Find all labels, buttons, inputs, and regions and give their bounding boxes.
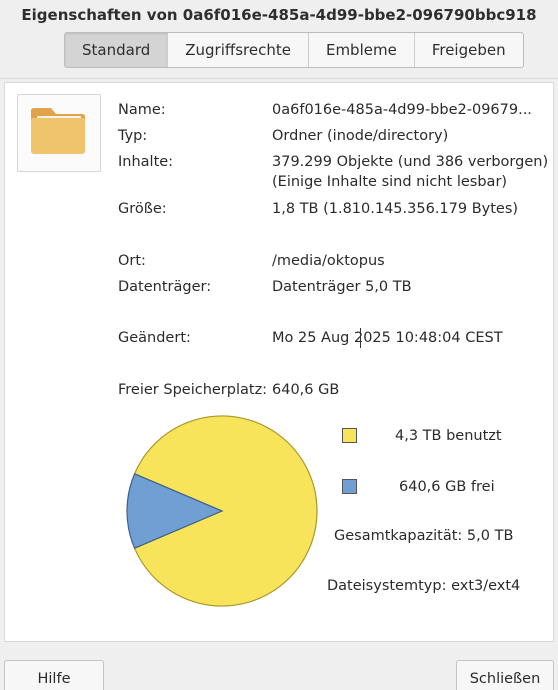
contents-count: 379.299 Objekte (und 386 verborgen) <box>272 154 549 170</box>
used-legend-label: 4,3 TB benutzt <box>395 428 502 444</box>
free-space-value: 640,6 GB <box>272 382 340 398</box>
used-swatch <box>342 428 357 443</box>
name-value: 0a6f016e-485a-4d99-bbe2-09679... <box>272 102 532 118</box>
contents-value: 379.299 Objekte (und 386 verborgen) (Ein… <box>272 152 548 192</box>
usage-pie-chart <box>126 415 318 607</box>
help-button[interactable]: Hilfe <box>4 660 104 690</box>
tab-share[interactable]: Freigeben <box>413 33 523 67</box>
contents-label: Inhalte: <box>118 154 174 170</box>
volume-value: Datenträger 5,0 TB <box>272 279 412 295</box>
free-swatch <box>342 479 357 494</box>
modified-value[interactable]: Mo 25 Aug 2025 10:48:04 CEST <box>272 328 503 348</box>
tab-bar: Standard Zugriffsrechte Embleme Freigebe… <box>64 32 524 68</box>
window-title: Eigenschaften von 0a6f016e-485a-4d99-bbe… <box>21 6 537 24</box>
tab-emblems[interactable]: Embleme <box>307 33 414 67</box>
size-value: 1,8 TB (1.810.145.356.179 Bytes) <box>272 201 519 217</box>
close-button[interactable]: Schließen <box>456 660 554 690</box>
free-space-label: Freier Speicherplatz: <box>118 382 268 398</box>
tab-permissions[interactable]: Zugriffsrechte <box>167 33 308 67</box>
modified-label: Geändert: <box>118 330 191 346</box>
type-value: Ordner (inode/directory) <box>272 128 449 144</box>
type-label: Typ: <box>118 128 148 144</box>
folder-icon-button[interactable] <box>17 94 101 172</box>
location-value: /media/oktopus <box>272 253 385 269</box>
free-legend-label: 640,6 GB frei <box>399 479 495 495</box>
tab-standard[interactable]: Standard <box>65 33 168 67</box>
capacity-text: Gesamtkapazität: 5,0 TB <box>334 528 514 544</box>
volume-label: Datenträger: <box>118 279 212 295</box>
name-label: Name: <box>118 102 166 118</box>
filesystem-text: Dateisystemtyp: ext3/ext4 <box>327 578 521 594</box>
size-label: Größe: <box>118 201 167 217</box>
properties-dialog: Eigenschaften von 0a6f016e-485a-4d99-bbe… <box>0 0 558 690</box>
folder-icon <box>31 108 85 154</box>
text-cursor <box>360 328 361 348</box>
location-label: Ort: <box>118 253 146 269</box>
contents-note: (Einige Inhalte sind nicht lesbar) <box>272 174 508 190</box>
tab-separator <box>0 78 558 79</box>
